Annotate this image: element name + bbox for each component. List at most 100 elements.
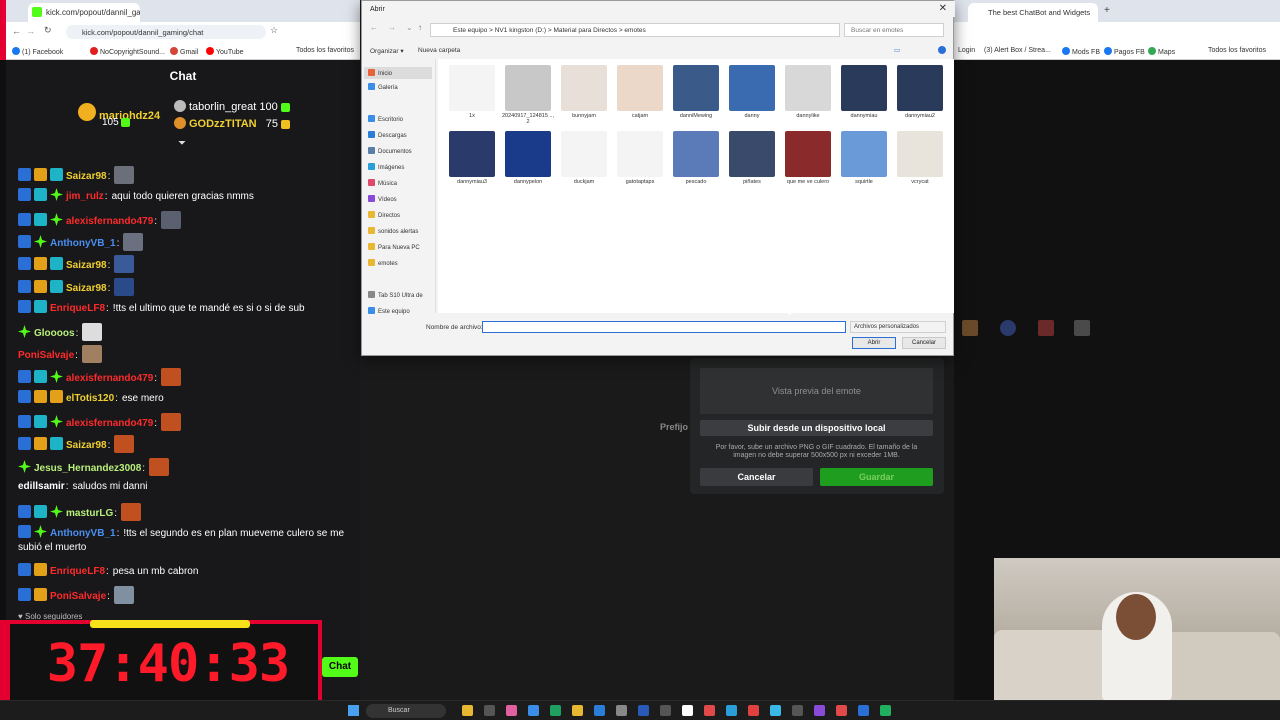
file-item[interactable]: dannymiau3 (446, 131, 498, 185)
taskbar-app-icon[interactable] (506, 705, 517, 716)
taskbar-app-icon[interactable] (704, 705, 715, 716)
taskbar-app-icon[interactable] (770, 705, 781, 716)
taskbar-search[interactable]: Buscar (366, 704, 446, 718)
up-icon[interactable]: ↑ (418, 23, 422, 32)
chat-username[interactable]: edillsamir (18, 481, 65, 492)
organize-button[interactable]: Organizar ▾ (370, 47, 404, 55)
file-item[interactable]: 1x (446, 65, 498, 119)
new-folder-button[interactable]: Nueva carpeta (418, 47, 460, 54)
taskbar-app-icon[interactable] (726, 705, 737, 716)
nav-item[interactable]: Para Nueva PC (368, 243, 420, 251)
dialog-cancel-button[interactable]: Cancelar (902, 337, 946, 349)
file-item[interactable]: que me ve culero (782, 131, 834, 185)
taskbar-app-icon[interactable] (660, 705, 671, 716)
nav-item[interactable]: Tab S10 Ultra de (368, 291, 423, 299)
back-icon[interactable]: ← (370, 23, 378, 32)
taskbar-app-icon[interactable] (594, 705, 605, 716)
view-icon[interactable]: ▭ (894, 46, 900, 54)
file-item[interactable]: squirtle (838, 131, 890, 185)
taskbar-app-icon[interactable] (528, 705, 539, 716)
bookmark-maps[interactable]: Maps (1148, 47, 1175, 56)
upload-local-button[interactable]: Subir desde un dispositivo local (700, 420, 933, 436)
file-item[interactable]: dannymiau (838, 65, 890, 119)
file-type-select[interactable]: Archivos personalizados (850, 321, 946, 333)
chat-username[interactable]: alexisfernando479 (66, 373, 153, 384)
star-icon[interactable]: ☆ (270, 25, 278, 36)
chat-username[interactable]: Saizar98 (66, 440, 107, 451)
chat-username[interactable]: jim_rulz (66, 191, 104, 202)
bookmark-gmail[interactable]: Gmail (170, 47, 198, 56)
taskbar-app-icon[interactable] (836, 705, 847, 716)
save-button[interactable]: Guardar (820, 468, 933, 486)
chat-username[interactable]: alexisfernando479 (66, 216, 153, 227)
forward-icon[interactable]: → (388, 23, 396, 32)
reload-icon[interactable]: ↻ (44, 25, 52, 36)
taskbar-app-icon[interactable] (462, 705, 473, 716)
send-chat-button[interactable]: Chat (322, 657, 358, 677)
file-item[interactable]: dannylike (782, 65, 834, 119)
file-item[interactable]: danny (726, 65, 778, 119)
taskbar-app-icon[interactable] (572, 705, 583, 716)
tab-chatbot[interactable]: The best ChatBot and Widgets (968, 3, 1098, 22)
emote-thumb[interactable] (1038, 320, 1054, 336)
chat-username[interactable]: Jesus_Hernandez3008 (34, 463, 141, 474)
bookmark-pagosfb[interactable]: Pagos FB (1104, 47, 1145, 56)
file-item[interactable]: dannypelon (502, 131, 554, 185)
file-item[interactable]: dannymiau2 (894, 65, 946, 119)
taskbar-app-icon[interactable] (616, 705, 627, 716)
nav-item[interactable]: Escritorio (368, 115, 403, 123)
forward-icon[interactable]: → (26, 26, 35, 36)
chat-username[interactable]: EnriqueLF8 (50, 566, 105, 577)
bookmark-facebook[interactable]: (1) Facebook (12, 47, 63, 56)
open-button[interactable]: Abrir (852, 337, 896, 349)
chat-username[interactable]: Saizar98 (66, 260, 107, 271)
filter-icon[interactable]: ⏷ (178, 138, 186, 149)
new-tab-icon[interactable]: + (1104, 5, 1110, 16)
file-item[interactable]: piñates (726, 131, 778, 185)
search-input[interactable]: Buscar en emotes (844, 23, 944, 37)
help-icon[interactable] (938, 46, 946, 54)
nav-item[interactable]: Galería (368, 83, 398, 91)
close-icon[interactable]: ✕ (939, 3, 947, 14)
cancel-button[interactable]: Cancelar (700, 468, 813, 486)
file-item[interactable]: gatotaptaps (614, 131, 666, 185)
filename-input[interactable] (482, 321, 846, 333)
file-item[interactable]: bunnyjam (558, 65, 610, 119)
breadcrumb[interactable]: Este equipo > NV1 kingston (D:) > Materi… (430, 23, 840, 37)
chat-username[interactable]: PoniSalvaje (18, 350, 74, 361)
file-item[interactable]: vcrycat (894, 131, 946, 185)
nav-item[interactable]: Música (368, 179, 397, 187)
bookmark-login[interactable]: Login (958, 47, 975, 54)
expand-icon[interactable]: ⌄ (406, 23, 413, 32)
nav-item[interactable]: sonidos alertas (368, 227, 418, 235)
emote-thumb[interactable] (962, 320, 978, 336)
nav-item[interactable]: Inicio (364, 67, 432, 79)
chat-username[interactable]: masturLG (66, 508, 113, 519)
nav-item[interactable]: Documentos (368, 147, 412, 155)
chat-username[interactable]: PoniSalvaje (50, 591, 106, 602)
chat-username[interactable]: AnthonyVB_1 (50, 238, 116, 249)
nav-item[interactable]: emotes (368, 259, 398, 267)
file-item[interactable]: pescado (670, 131, 722, 185)
nav-item[interactable]: Imágenes (368, 163, 404, 171)
file-item[interactable]: catjam (614, 65, 666, 119)
taskbar-app-icon[interactable] (682, 705, 693, 716)
bookmark-alertbox[interactable]: (3) Alert Box / Strea... (984, 47, 1051, 54)
chat-username[interactable]: elTotis120 (66, 393, 114, 404)
bookmark-youtube[interactable]: YouTube (206, 47, 244, 56)
bookmark-ncs[interactable]: NoCopyrightSound... (90, 47, 165, 56)
nav-item[interactable]: Vídeos (368, 195, 397, 203)
file-item[interactable]: duckjam (558, 131, 610, 185)
emote-thumb[interactable] (1000, 320, 1016, 336)
taskbar-app-icon[interactable] (792, 705, 803, 716)
chat-username[interactable]: Saizar98 (66, 171, 107, 182)
chat-username[interactable]: Saizar98 (66, 283, 107, 294)
emote-thumb[interactable] (1074, 320, 1090, 336)
file-item[interactable]: 20240917_124815 .., 2 (502, 65, 554, 125)
chat-username[interactable]: EnriqueLF8 (50, 303, 105, 314)
nav-item[interactable]: Este equipo (368, 307, 410, 315)
taskbar-app-icon[interactable] (858, 705, 869, 716)
nav-item[interactable]: Directos (368, 211, 400, 219)
taskbar-app-icon[interactable] (550, 705, 561, 716)
taskbar-app-icon[interactable] (638, 705, 649, 716)
